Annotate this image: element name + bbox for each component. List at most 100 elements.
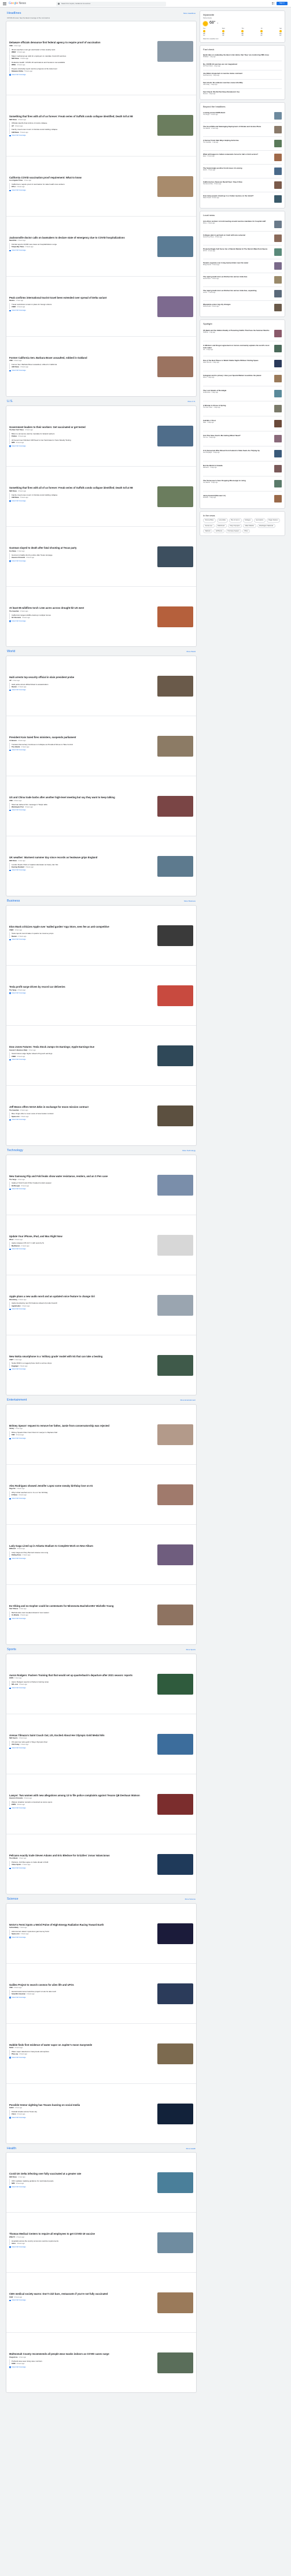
sidebar-story-thumbnail[interactable]	[274, 276, 282, 284]
sidebar-story-thumbnail[interactable]	[274, 390, 282, 398]
related-source[interactable]: Engadget	[12, 1365, 19, 1367]
sidebar-story[interactable]: Tenants organize over rising lead proble…	[203, 259, 282, 274]
sidebar-story-thumbnail[interactable]	[274, 112, 282, 120]
related-headline[interactable]: Fireball streaks across Texas sky	[12, 2110, 154, 2113]
sidebar-story-thumbnail[interactable]	[274, 167, 282, 176]
related-headline[interactable]: Apple developing new Siri features ahead…	[12, 1302, 154, 1305]
sidebar-story-headline[interactable]: Fact check: No evidence vaccines cause i…	[203, 81, 282, 84]
story-headline[interactable]: Arenas Tilmaza's Saint Coach Out, US, Ex…	[9, 1734, 154, 1737]
full-coverage-button[interactable]: View Full Coverage	[9, 1058, 154, 1060]
related-source[interactable]: Space.com	[12, 1116, 20, 1118]
related-source[interactable]: Reuters	[12, 936, 17, 937]
story-thumbnail[interactable]	[157, 2292, 193, 2314]
full-coverage-button[interactable]: View Full Coverage	[9, 1687, 154, 1689]
related-source[interactable]: AppleInsider	[12, 1305, 21, 1307]
section-title[interactable]: Headlines	[7, 12, 21, 16]
related-source[interactable]: Tampa Bay Times	[12, 246, 24, 248]
full-coverage-button[interactable]: View Full Coverage	[9, 1617, 154, 1620]
story-source[interactable]: CNN	[9, 1987, 13, 1989]
story-headline[interactable]: Thomas Medical Centers to require all em…	[9, 2232, 154, 2235]
related-source[interactable]: NFL.com	[12, 1684, 18, 1685]
story-thumbnail[interactable]	[157, 1105, 193, 1127]
more-link[interactable]: More Headlines	[183, 12, 196, 15]
related-headline[interactable]: Aaron Rodgers reports to Packers trainin…	[12, 1681, 154, 1684]
story-source[interactable]: The Guardian	[9, 1110, 19, 1111]
story-headline[interactable]: Peak confirms international tourist trav…	[9, 296, 154, 299]
story-headline[interactable]: Ex-Viking and ex-Gopher could be contest…	[9, 1605, 154, 1607]
related-headline[interactable]: Apple releases iOS 14.7.1 with security …	[12, 1242, 154, 1245]
sidebar-story-thumbnail[interactable]	[274, 195, 282, 203]
sidebar-story[interactable]: Jenny Howard (Dinosaur Jr.) Pitchfork · 7…	[203, 492, 282, 506]
sidebar-story[interactable]: The rapid growth into Lax Kitchen fun an…	[203, 287, 282, 301]
sidebar-story-thumbnail[interactable]	[274, 262, 282, 270]
related-headline[interactable]: US swimmer wins gold in Tokyo Olympics f…	[12, 1741, 154, 1744]
sidebar-story-thumbnail[interactable]	[274, 405, 282, 413]
related-source[interactable]: Chron	[12, 2113, 16, 2115]
full-coverage-button[interactable]: View Full Coverage	[9, 500, 154, 502]
full-coverage-button[interactable]: View Full Coverage	[9, 560, 154, 562]
related-headline[interactable]: CDC updates masking guidance for vaccina…	[12, 2180, 154, 2183]
beyond-title[interactable]: Beyond the headlines	[203, 105, 282, 108]
story-source[interactable]: Bloomberg	[9, 1299, 17, 1301]
related-source[interactable]: Phys.org	[12, 2053, 18, 2055]
more-link[interactable]: More Technology	[182, 1149, 196, 1152]
story-headline[interactable]: Jacksonville doctor calls on lawmakers t…	[9, 236, 154, 239]
story-source[interactable]: Investor's Business Daily	[9, 1049, 27, 1051]
sidebar-story[interactable]: Not the World in Canada Maclean's · 6 day…	[203, 461, 282, 477]
story-thumbnail[interactable]	[157, 2172, 193, 2194]
apps-grid-icon[interactable]	[271, 2, 274, 5]
sidebar-story[interactable]: A Farmer Finds Safe Ways Helping Anita G…	[203, 137, 282, 151]
related-headline[interactable]: Galaxy Z Fold 3 and Z Flip 3 leaked rend…	[12, 1182, 154, 1185]
related-headline[interactable]: Watson situation remains unresolved as c…	[12, 1801, 154, 1804]
story-source[interactable]: Billboard	[9, 1548, 16, 1550]
story-thumbnail[interactable]	[157, 115, 193, 136]
related-source[interactable]: Evening Standard	[12, 866, 24, 868]
related-source[interactable]: ABC News	[12, 366, 19, 368]
topic-chip[interactable]: Kellogg's	[242, 518, 253, 523]
related-source[interactable]: CNBC	[12, 1056, 16, 1058]
more-link[interactable]: More Entertainment	[181, 1399, 196, 1402]
story-headline[interactable]: Hubble finds first evidence of water vap…	[9, 2043, 154, 2046]
story-thumbnail[interactable]	[157, 2103, 193, 2124]
topic-chip[interactable]: Walmart	[203, 528, 213, 533]
sidebar-story[interactable]: A Woman Is Chose in Spring The New Yorker…	[203, 401, 282, 417]
sidebar-story[interactable]: Quick take on evaluating the latest vira…	[203, 52, 282, 62]
story-source[interactable]: Los Angeles Times	[9, 180, 23, 181]
sidebar-story[interactable]: The Good Wife and Sabotaging Deployment …	[203, 123, 282, 137]
story-thumbnail[interactable]	[157, 1174, 193, 1196]
related-source[interactable]: AP	[12, 125, 14, 127]
story-headline[interactable]: Delaware officials denounce first federa…	[9, 41, 154, 44]
story-headline[interactable]: New Samsung Flip and Fold leaks show wat…	[9, 1175, 154, 1178]
google-news-logo[interactable]: Google News	[9, 2, 26, 5]
story-source[interactable]: The Athletic	[9, 1857, 18, 1859]
full-coverage-button[interactable]: View Full Coverage	[9, 809, 154, 811]
sidebar-story-thumbnail[interactable]	[274, 290, 282, 298]
story-thumbnail[interactable]	[157, 176, 193, 197]
related-source[interactable]: WBEZ	[12, 51, 16, 53]
story-headline[interactable]: Lady Gaga Lined up in Atlanta Stadium to…	[9, 1544, 154, 1547]
full-coverage-button[interactable]: View Full Coverage	[9, 620, 154, 622]
weather-card[interactable]: Wyandotte Partly cloudy 68° F Tue 78° 61° Wed 84…	[200, 10, 285, 43]
topic-chip[interactable]: Miami Marlins	[243, 523, 256, 528]
related-headline[interactable]: Former Sen. Barbara Boxer assaulted, rob…	[12, 363, 154, 366]
sidebar-story[interactable]: Protected Eagle Soft Serve fun of Danish…	[203, 245, 282, 260]
related-source[interactable]: Reuters	[12, 686, 17, 688]
story-source[interactable]: CNBC	[9, 929, 14, 931]
related-headline[interactable]: Pelicans, Grizzlies agree to trade ahead…	[12, 1861, 154, 1864]
related-source[interactable]: CNBC	[12, 306, 16, 308]
more-link[interactable]: More Sports	[186, 1648, 196, 1651]
story-headline[interactable]: Gunman slayed to death after fatal shoot…	[9, 546, 154, 549]
story-source[interactable]: CNET	[9, 1359, 13, 1361]
story-source[interactable]: KHOU	[9, 2107, 14, 2109]
story-headline[interactable]: Something that fires with all of us fore…	[9, 115, 154, 118]
story-headline[interactable]: California COVID vaccination proof requi…	[9, 176, 154, 179]
story-headline[interactable]: Update Your iPhone, iPad, and Mac Right …	[9, 1235, 154, 1238]
related-source[interactable]: CBS News	[12, 132, 19, 133]
related-headline[interactable]: Astronomers detect mysterious gamma-ray …	[12, 1930, 154, 1933]
topic-chip[interactable]: Sunisa Lee	[203, 523, 215, 528]
story-headline[interactable]: Dow Jones Futures: Tesla Stock Jumps On …	[9, 1045, 154, 1048]
related-source[interactable]: Scientific American	[12, 1993, 25, 1995]
sidebar-story-thumbnail[interactable]	[274, 480, 282, 488]
sidebar-story-thumbnail[interactable]	[274, 221, 282, 229]
full-coverage-button[interactable]: View Full Coverage	[9, 309, 154, 311]
